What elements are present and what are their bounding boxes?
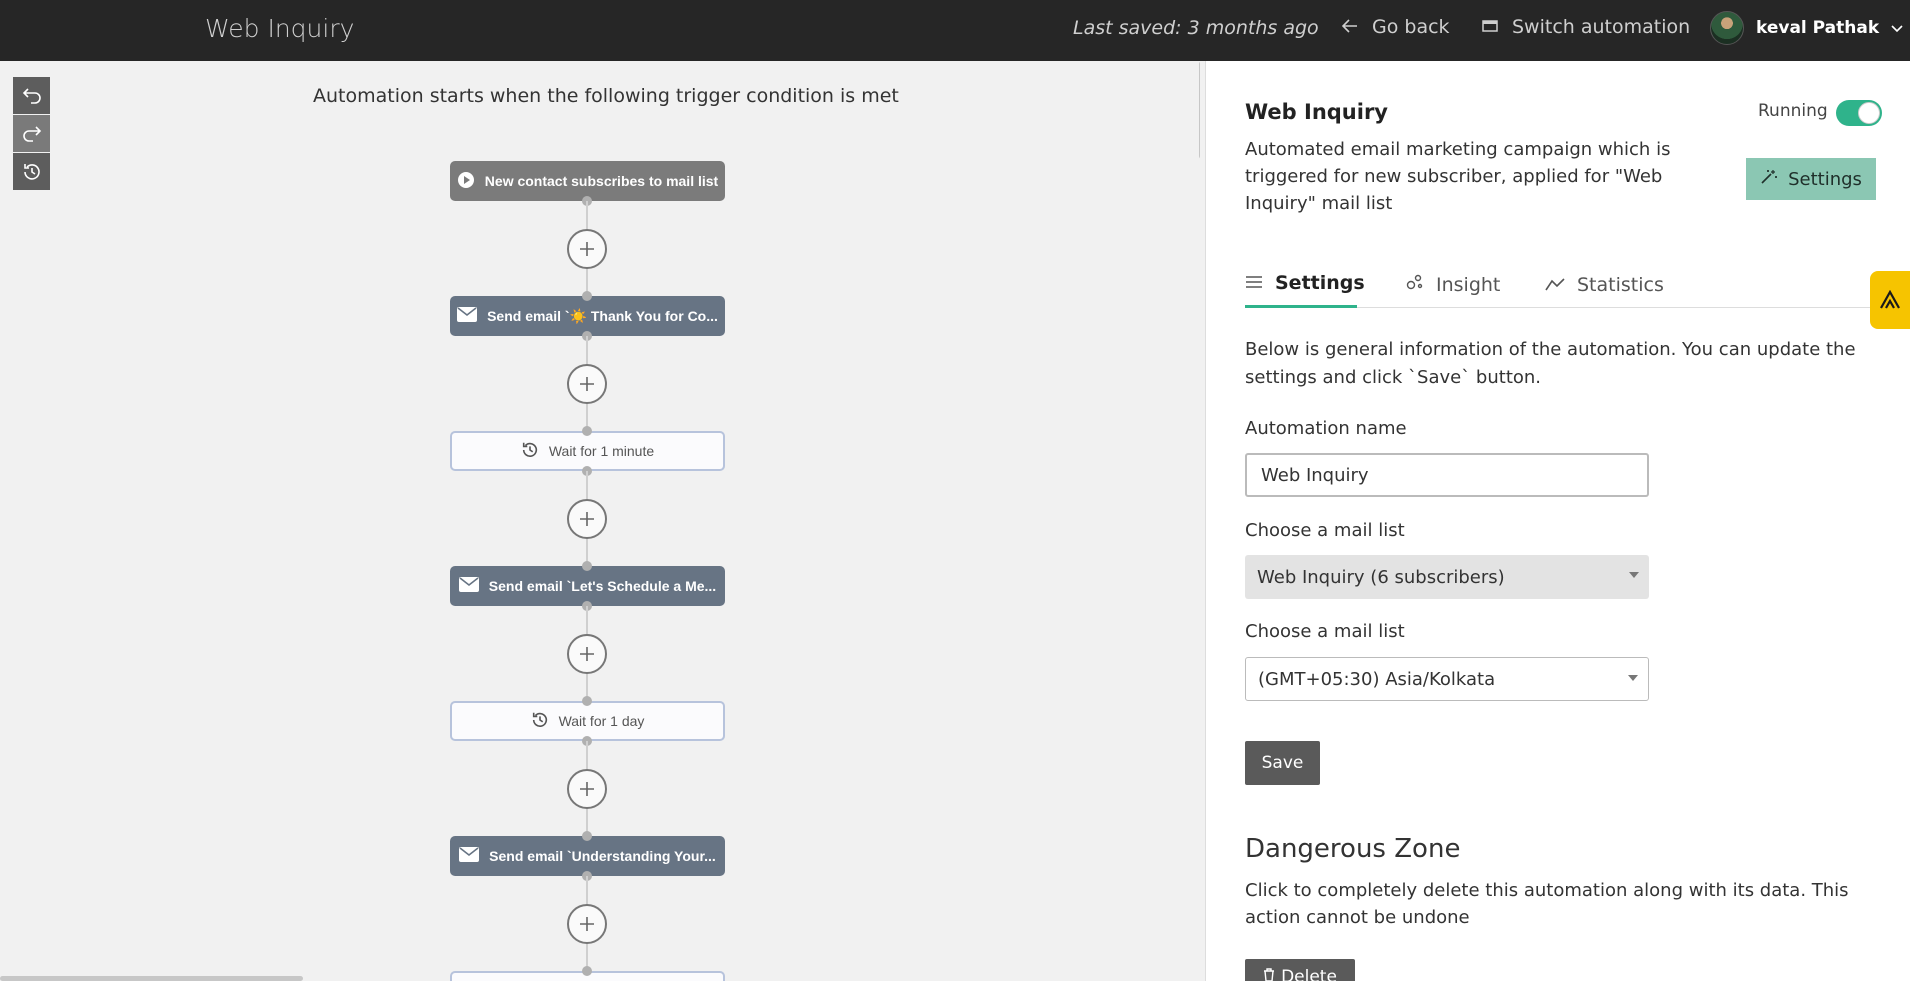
flow-node-label: Send email `Let's Schedule a Me... bbox=[488, 578, 717, 594]
widget-logo-icon bbox=[1880, 290, 1900, 309]
plus-icon bbox=[580, 647, 594, 661]
toggle-knob bbox=[1858, 102, 1880, 124]
automation-name-input[interactable]: Web Inquiry bbox=[1245, 453, 1649, 497]
history-icon bbox=[531, 711, 549, 732]
user-menu[interactable]: keval Pathak bbox=[1710, 11, 1903, 45]
trigger-description: Automation starts when the following tri… bbox=[313, 85, 899, 107]
undo-button[interactable] bbox=[13, 77, 50, 114]
automation-name-label: Automation name bbox=[1245, 418, 1407, 439]
danger-zone-description: Click to completely delete this automati… bbox=[1245, 880, 1849, 928]
list-icon bbox=[1245, 272, 1263, 294]
timezone-value: (GMT+05:30) Asia/Kolkata bbox=[1258, 668, 1496, 690]
automation-description: Automated email marketing campaign which… bbox=[1245, 139, 1671, 214]
tab-insight[interactable]: Insight bbox=[1406, 261, 1500, 308]
avatar bbox=[1710, 11, 1744, 45]
redo-icon bbox=[22, 125, 41, 142]
delete-button-label: Delete bbox=[1281, 967, 1337, 981]
caret-down-icon bbox=[1629, 572, 1639, 578]
chevron-down-icon bbox=[1891, 18, 1903, 38]
connector-dot bbox=[582, 561, 592, 571]
timezone-select[interactable]: (GMT+05:30) Asia/Kolkata bbox=[1245, 657, 1649, 701]
horizontal-scrollbar[interactable] bbox=[0, 976, 303, 981]
add-step-button[interactable] bbox=[567, 634, 607, 674]
add-step-button[interactable] bbox=[567, 499, 607, 539]
window-icon bbox=[1482, 16, 1498, 38]
chart-line-icon bbox=[1545, 274, 1565, 296]
magic-wand-icon bbox=[1760, 169, 1778, 190]
connector-dot bbox=[582, 966, 592, 976]
flow-node-label: New contact subscribes to mail list bbox=[484, 173, 719, 189]
flow-node-wait[interactable]: Wait for 1 day bbox=[450, 701, 725, 741]
status-label: Running bbox=[1758, 101, 1828, 121]
flow-node-label: Wait for 1 day bbox=[558, 713, 645, 729]
connector-dot bbox=[582, 696, 592, 706]
tab-statistics-label: Statistics bbox=[1577, 273, 1664, 296]
go-back-link[interactable]: Go back bbox=[1341, 16, 1450, 38]
add-step-button[interactable] bbox=[567, 364, 607, 404]
connector-dot bbox=[582, 291, 592, 301]
connector-dot bbox=[582, 831, 592, 841]
danger-zone-title: Dangerous Zone bbox=[1245, 834, 1461, 864]
add-step-button[interactable] bbox=[567, 769, 607, 809]
tab-statistics[interactable]: Statistics bbox=[1545, 261, 1664, 308]
redo-button[interactable] bbox=[13, 115, 50, 152]
timezone-label: Choose a mail list bbox=[1245, 621, 1405, 642]
vertical-scrollbar[interactable] bbox=[1199, 61, 1200, 159]
mail-list-label: Choose a mail list bbox=[1245, 520, 1405, 541]
plus-icon bbox=[580, 782, 594, 796]
connector-dot bbox=[582, 426, 592, 436]
arrow-left-icon bbox=[1341, 16, 1358, 38]
plus-icon bbox=[580, 917, 594, 931]
running-toggle[interactable] bbox=[1836, 100, 1882, 126]
add-step-button[interactable] bbox=[567, 229, 607, 269]
settings-intro: Below is general information of the auto… bbox=[1245, 339, 1856, 388]
play-circle-icon bbox=[457, 171, 475, 192]
history-button[interactable] bbox=[13, 153, 50, 190]
switch-automation-link[interactable]: Switch automation bbox=[1482, 16, 1690, 38]
plus-icon bbox=[580, 377, 594, 391]
add-step-button[interactable] bbox=[567, 904, 607, 944]
go-back-label: Go back bbox=[1372, 16, 1450, 38]
save-button[interactable]: Save bbox=[1245, 741, 1320, 785]
flow-node-trigger[interactable]: New contact subscribes to mail list bbox=[450, 161, 725, 201]
help-widget-button[interactable] bbox=[1870, 271, 1910, 329]
undo-icon bbox=[22, 87, 41, 104]
tab-settings-label: Settings bbox=[1275, 272, 1365, 294]
automation-canvas[interactable]: Automation starts when the following tri… bbox=[0, 61, 1200, 981]
plus-icon bbox=[580, 512, 594, 526]
settings-panel: Web Inquiry Automated email marketing ca… bbox=[1206, 61, 1910, 981]
flow-node-label: Send email `Understanding Your... bbox=[489, 848, 716, 864]
canvas-toolbar bbox=[13, 77, 50, 191]
panel-tabs: Settings Insight Statistics bbox=[1245, 261, 1910, 308]
envelope-icon bbox=[458, 577, 479, 595]
settings-button-label: Settings bbox=[1788, 168, 1862, 190]
tab-settings[interactable]: Settings bbox=[1245, 261, 1365, 308]
history-icon bbox=[23, 163, 40, 180]
flow-node-email[interactable]: Send email `Let's Schedule a Me... bbox=[450, 566, 725, 606]
envelope-icon bbox=[457, 307, 478, 325]
flow-node-label: Wait for 1 minute bbox=[548, 443, 655, 459]
insight-icon bbox=[1406, 273, 1424, 296]
tab-insight-label: Insight bbox=[1436, 273, 1501, 296]
top-bar: Web Inquiry Last saved: 3 months ago Go … bbox=[0, 0, 1910, 61]
flow-node-label: Send email `☀️ Thank You for Co... bbox=[487, 307, 718, 324]
mail-list-select[interactable]: Web Inquiry (6 subscribers) bbox=[1245, 555, 1649, 599]
automation-title: Web Inquiry bbox=[1245, 100, 1388, 124]
flow-node-email[interactable]: Send email `☀️ Thank You for Co... bbox=[450, 296, 725, 336]
envelope-icon bbox=[459, 847, 480, 865]
switch-automation-label: Switch automation bbox=[1512, 16, 1691, 38]
user-name: keval Pathak bbox=[1756, 18, 1880, 38]
trash-icon bbox=[1263, 967, 1275, 981]
history-icon bbox=[521, 441, 539, 462]
flow-node-wait[interactable]: Wait for 1 minute bbox=[450, 431, 725, 471]
caret-down-icon bbox=[1628, 675, 1638, 681]
mail-list-value: Web Inquiry (6 subscribers) bbox=[1257, 566, 1505, 588]
settings-button[interactable]: Settings bbox=[1746, 158, 1876, 200]
plus-icon bbox=[580, 242, 594, 256]
delete-button[interactable]: Delete bbox=[1245, 959, 1355, 981]
last-saved-text: Last saved: 3 months ago bbox=[1073, 17, 1319, 39]
page-title: Web Inquiry bbox=[205, 14, 355, 43]
flow-node-email[interactable]: Send email `Understanding Your... bbox=[450, 836, 725, 876]
